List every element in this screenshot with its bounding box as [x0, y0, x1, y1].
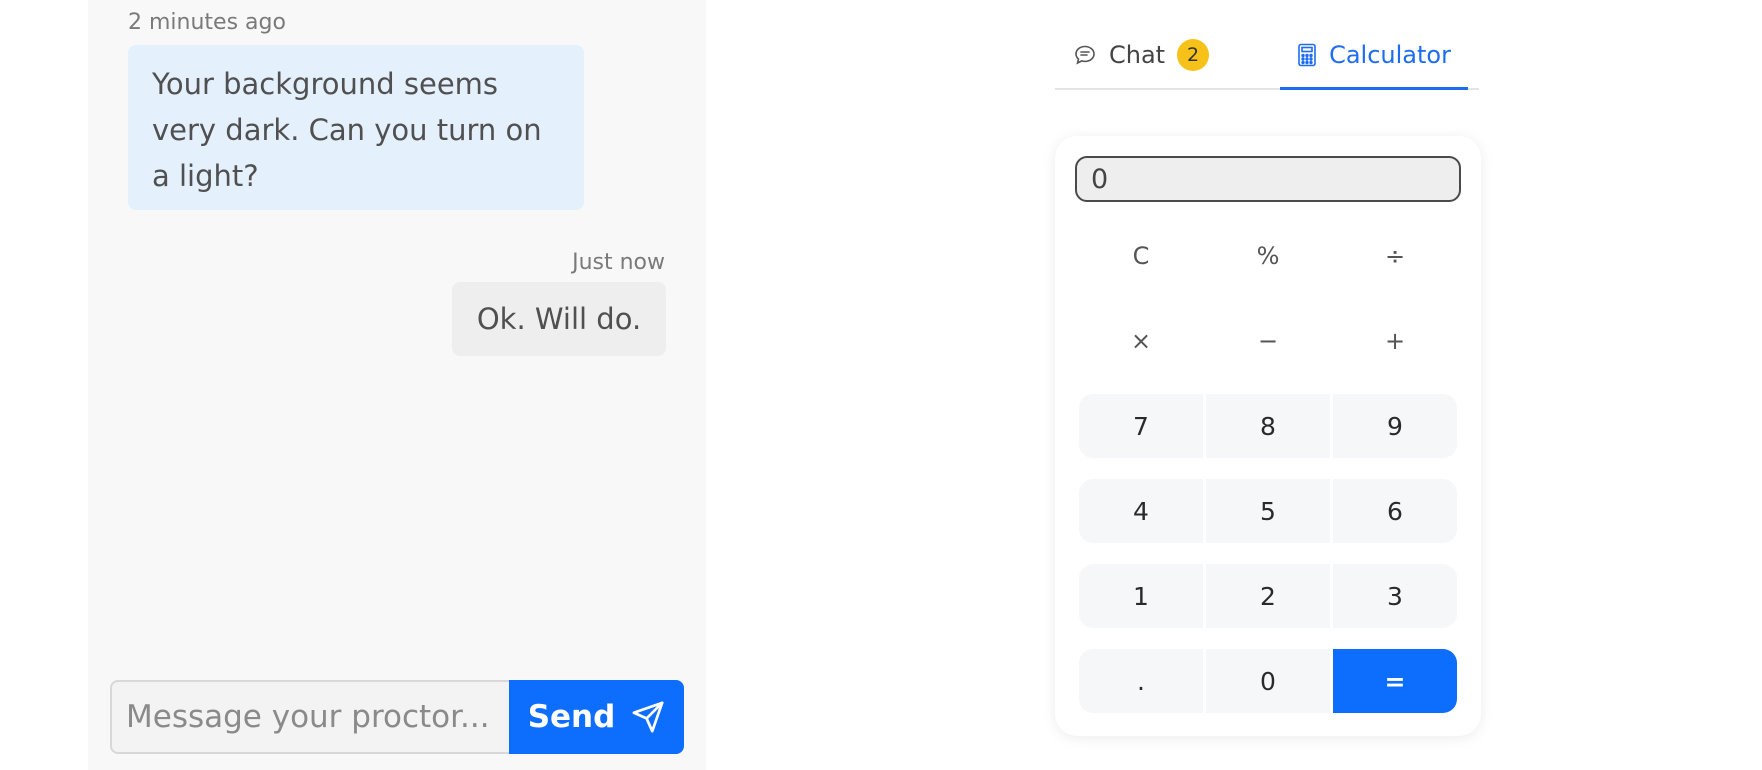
equals-key[interactable]: = — [1333, 649, 1457, 713]
message-timestamp: 2 minutes ago — [128, 10, 286, 35]
divide-key[interactable]: ÷ — [1333, 224, 1457, 288]
digit-6-key[interactable]: 6 — [1333, 479, 1457, 543]
plus-key[interactable]: + — [1333, 309, 1457, 373]
paper-plane-icon — [632, 701, 664, 733]
multiply-key[interactable]: × — [1079, 309, 1203, 373]
digit-5-key[interactable]: 5 — [1206, 479, 1330, 543]
digit-8-key[interactable]: 8 — [1206, 394, 1330, 458]
tab-chat-label: Chat — [1109, 41, 1166, 69]
tab-chat[interactable]: Chat 2 — [1073, 22, 1210, 88]
tab-calculator-label: Calculator — [1329, 40, 1451, 69]
chat-bubble-icon — [1075, 45, 1095, 65]
digit-4-key[interactable]: 4 — [1079, 479, 1203, 543]
unread-badge: 2 — [1177, 39, 1210, 71]
calculator-display: 0 — [1075, 156, 1461, 202]
percent-key[interactable]: % — [1206, 224, 1330, 288]
message-timestamp: Just now — [572, 250, 665, 275]
proctor-message-bubble: Your background seems very dark. Can you… — [128, 45, 584, 210]
clear-key[interactable]: C — [1079, 224, 1203, 288]
digit-9-key[interactable]: 9 — [1333, 394, 1457, 458]
send-button[interactable]: Send — [509, 680, 684, 754]
calculator: 0 C % ÷ × − + 7 8 9 4 5 6 1 2 3 . 0 = — [1055, 136, 1481, 736]
calculator-icon — [1298, 43, 1316, 66]
digit-3-key[interactable]: 3 — [1333, 564, 1457, 628]
digit-7-key[interactable]: 7 — [1079, 394, 1203, 458]
minus-key[interactable]: − — [1206, 309, 1330, 373]
message-composer: Send — [110, 680, 684, 754]
tab-bar: Chat 2 Calculator — [1055, 22, 1479, 90]
digit-1-key[interactable]: 1 — [1079, 564, 1203, 628]
decimal-key[interactable]: . — [1079, 649, 1203, 713]
digit-2-key[interactable]: 2 — [1206, 564, 1330, 628]
user-message-bubble: Ok. Will do. — [452, 282, 666, 356]
digit-0-key[interactable]: 0 — [1206, 649, 1330, 713]
send-label: Send — [527, 699, 616, 735]
tab-calculator[interactable]: Calculator — [1280, 22, 1468, 90]
message-input[interactable] — [110, 680, 509, 754]
